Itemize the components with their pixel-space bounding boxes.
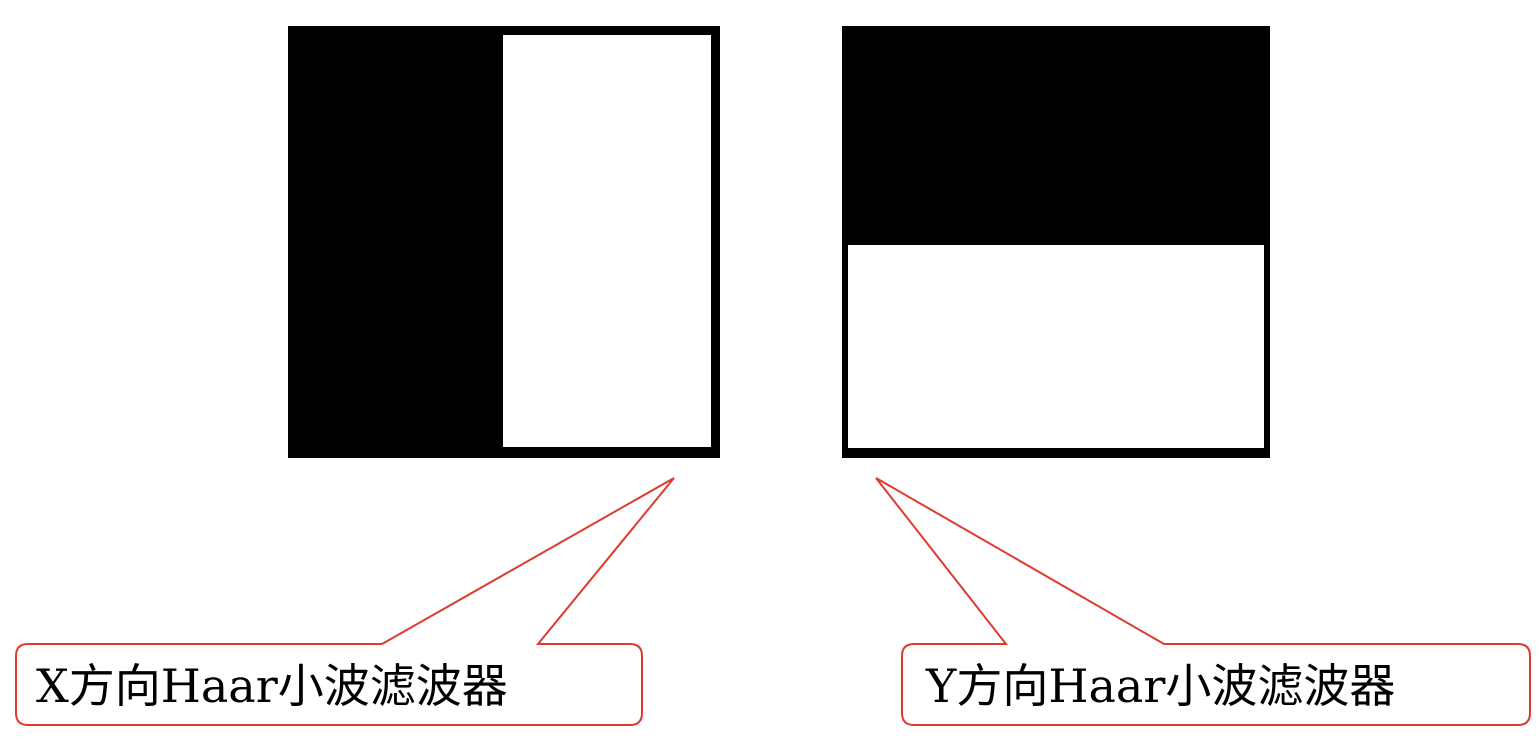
- x-filter-label: X方向Haar小波滤波器: [36, 659, 508, 713]
- haar-wavelet-diagram: X方向Haar小波滤波器 Y方向Haar小波滤波器: [15, 26, 1531, 726]
- x-filter-white-region: [503, 35, 711, 447]
- x-haar-filter: [288, 26, 720, 458]
- y-filter-white-region: [848, 245, 1264, 448]
- y-filter-callout: Y方向Haar小波滤波器: [875, 477, 1531, 726]
- x-filter-callout: X方向Haar小波滤波器: [15, 477, 675, 726]
- y-filter-label: Y方向Haar小波滤波器: [925, 659, 1395, 713]
- y-haar-filter: [842, 26, 1270, 458]
